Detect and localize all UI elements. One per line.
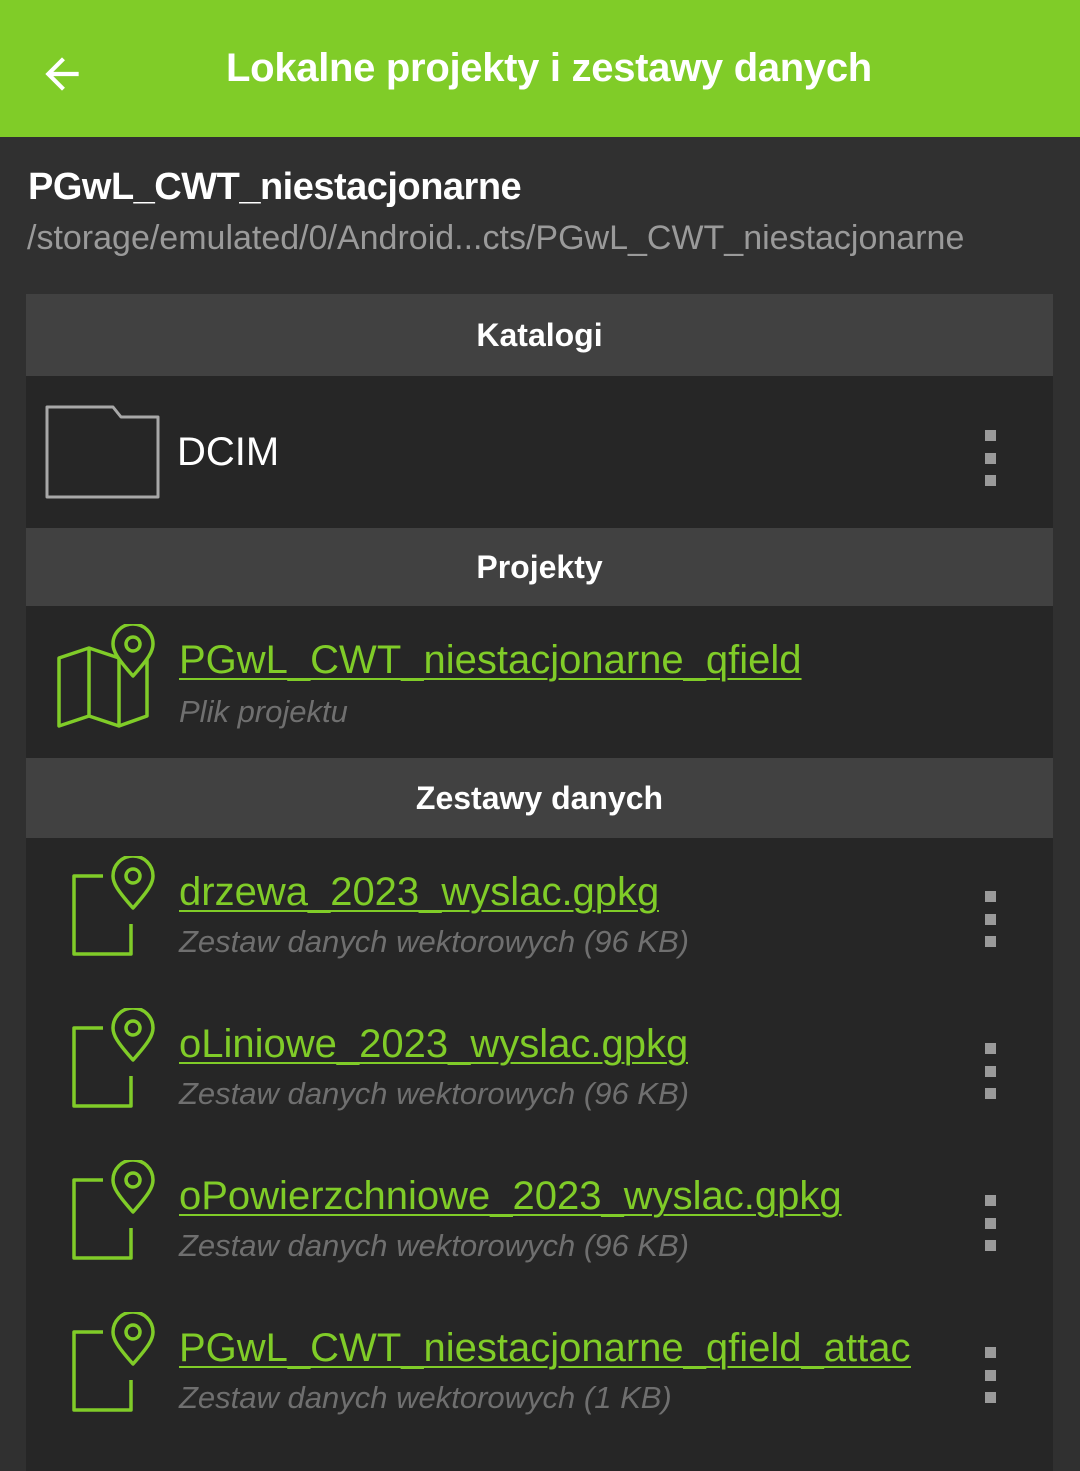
dataset-type-label: Zestaw danych wektorowych (1 KB) xyxy=(179,1380,672,1415)
dataset-type-label: Zestaw danych wektorowych (96 KB) xyxy=(179,1228,689,1263)
more-options-icon[interactable] xyxy=(970,889,1010,949)
folder-icon xyxy=(45,405,160,499)
list-item-dataset[interactable]: drzewa_2023_wyslac.gpkg Zestaw danych we… xyxy=(29,838,1050,990)
section-header-projects: Projekty xyxy=(26,528,1053,606)
project-type-label: Plik projektu xyxy=(179,694,348,729)
more-options-icon[interactable] xyxy=(970,1041,1010,1101)
dataset-name-link[interactable]: PGwL_CWT_niestacjonarne_qfield_attachmen… xyxy=(179,1326,911,1371)
file-list: Katalogi DCIM Projekty PGwL_CWT_niestacj… xyxy=(26,294,1053,1471)
folder-path: /storage/emulated/0/Android...cts/PGwL_C… xyxy=(27,219,965,257)
list-item-project[interactable]: PGwL_CWT_niestacjonarne_qfield Plik proj… xyxy=(29,606,1050,758)
dataset-pin-icon xyxy=(72,1160,155,1260)
section-header-datasets: Zestawy danych xyxy=(26,758,1053,838)
more-options-icon[interactable] xyxy=(970,1345,1010,1405)
list-item-dataset[interactable]: oLiniowe_2023_wyslac.gpkg Zestaw danych … xyxy=(29,990,1050,1142)
dataset-type-label: Zestaw danych wektorowych (96 KB) xyxy=(179,1076,689,1111)
page-title: Lokalne projekty i zestawy danych xyxy=(226,46,872,90)
dataset-name-link[interactable]: oPowierzchniowe_2023_wyslac.gpkg xyxy=(179,1174,842,1219)
dataset-pin-icon xyxy=(72,856,155,956)
folder-name: PGwL_CWT_niestacjonarne xyxy=(28,166,522,208)
dataset-name-link[interactable]: oLiniowe_2023_wyslac.gpkg xyxy=(179,1022,688,1067)
dataset-type-label: Zestaw danych wektorowych (96 KB) xyxy=(179,924,689,959)
dataset-pin-icon xyxy=(72,1312,155,1412)
list-item-dataset[interactable]: PGwL_CWT_niestacjonarne_qfield_attachmen… xyxy=(29,1294,1050,1471)
section-header-directories: Katalogi xyxy=(26,294,1053,376)
more-options-icon[interactable] xyxy=(970,1193,1010,1253)
list-item-dataset[interactable]: oPowierzchniowe_2023_wyslac.gpkg Zestaw … xyxy=(29,1142,1050,1294)
dataset-pin-icon xyxy=(72,1008,155,1108)
map-pin-icon xyxy=(57,624,155,728)
dataset-name-link[interactable]: drzewa_2023_wyslac.gpkg xyxy=(179,870,659,915)
project-name-link[interactable]: PGwL_CWT_niestacjonarne_qfield xyxy=(179,638,802,683)
directory-name: DCIM xyxy=(177,430,280,474)
more-options-icon[interactable] xyxy=(970,428,1010,488)
list-item-directory[interactable]: DCIM xyxy=(29,376,1050,528)
app-bar: Lokalne projekty i zestawy danych xyxy=(0,0,1080,137)
